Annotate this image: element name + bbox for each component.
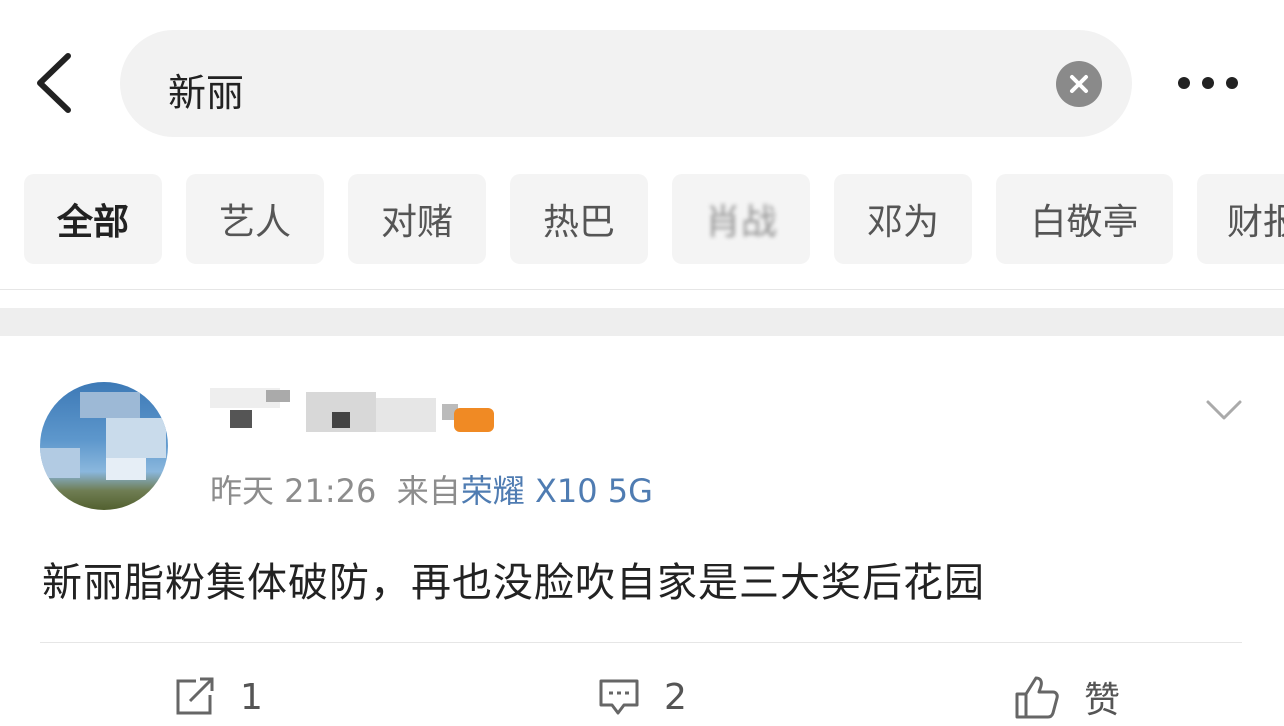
tab-reba[interactable]: 热巴 [510,174,648,264]
tab-dengwei[interactable]: 邓为 [834,174,972,264]
more-dots-icon [1178,77,1238,89]
tab-earnings[interactable]: 财报 [1197,174,1284,264]
chevron-left-icon [37,53,71,113]
tab-label: 热巴 [542,202,615,243]
avatar[interactable] [40,382,168,510]
clear-search-button[interactable] [1056,61,1102,107]
search-input[interactable]: 新丽 [168,62,244,117]
chevron-down-icon [1206,400,1242,420]
tab-label: 对赌 [380,202,453,243]
repost-button[interactable]: 1 [174,672,263,722]
divider [0,289,1284,290]
thumbs-up-icon [1015,676,1059,719]
tab-label: 邓为 [866,202,939,243]
tab-gamble[interactable]: 对赌 [348,174,486,264]
tab-label: 白敬亭 [1030,202,1139,243]
tab-artist[interactable]: 艺人 [186,174,324,264]
member-badge-icon [454,408,494,432]
repost-icon [176,677,214,715]
close-icon [1070,75,1088,93]
back-button[interactable] [30,50,80,116]
tab-baijingting[interactable]: 白敬亭 [996,174,1173,264]
tab-xiaozhan[interactable]: 肖战 [672,174,810,264]
more-options-button[interactable] [1170,70,1250,96]
section-divider [0,308,1284,336]
search-field[interactable]: 新丽 [120,30,1132,137]
filter-tabs: 全部 艺人 对赌 热巴 肖战 邓为 白敬亭 财报 [24,174,1284,264]
tab-label: 肖战 [704,202,777,243]
post-meta: 昨天 21:26 来自荣耀 X10 5G [210,466,653,512]
tab-all[interactable]: 全部 [24,174,162,264]
like-button[interactable]: 赞 [1014,672,1120,722]
source-prefix: 来自 [396,472,461,510]
post-content[interactable]: 新丽脂粉集体破防，再也没脸吹自家是三大奖后花园 [42,550,985,608]
tab-label: 艺人 [218,202,291,243]
comment-icon [599,679,639,715]
comment-count: 2 [664,676,687,718]
post-time: 昨天 21:26 [210,472,377,510]
tab-label: 财报 [1227,202,1284,243]
repost-count: 1 [240,676,263,718]
tab-label: 全部 [56,202,129,243]
post-options-button[interactable] [1204,398,1244,424]
top-bar: 新丽 [0,0,1284,160]
like-label: 赞 [1084,680,1121,721]
divider [40,642,1242,643]
comment-button[interactable]: 2 [598,672,687,722]
device-link[interactable]: 荣耀 X10 5G [461,472,653,510]
username-redacted[interactable] [206,384,506,444]
